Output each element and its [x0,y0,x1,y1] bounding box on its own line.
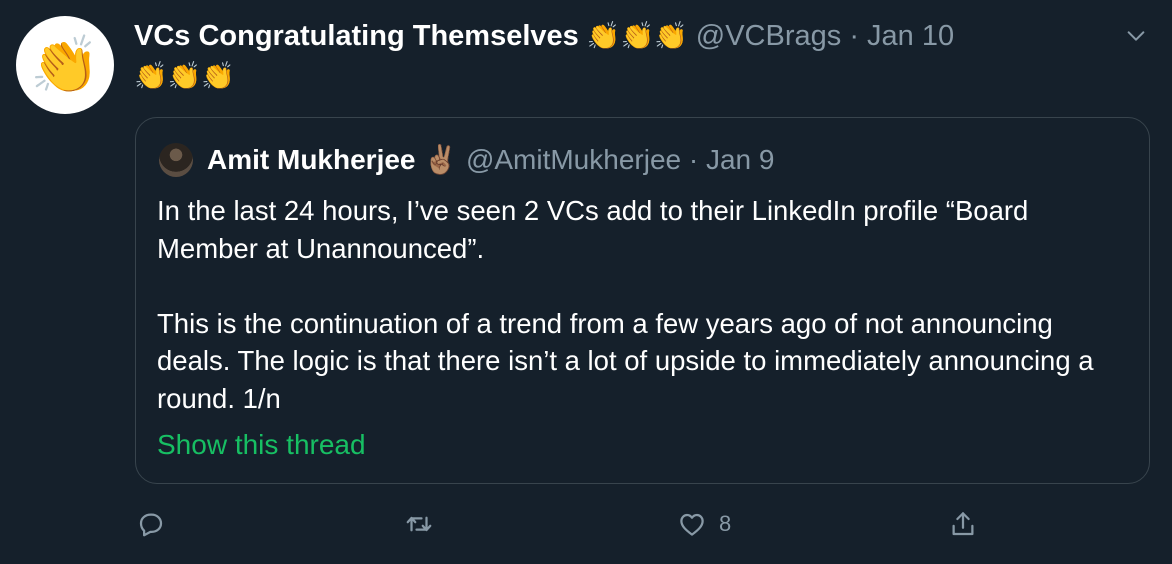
retweet-button[interactable] [404,506,434,542]
quoted-display-name: Amit Mukherjee [207,144,416,175]
quoted-paragraph: This is the continuation of a trend from… [157,307,1094,414]
like-button[interactable]: 8 [677,506,731,542]
share-button[interactable] [948,506,978,542]
retweet-icon [406,516,432,532]
quoted-tweet[interactable]: Amit Mukherjee ✌🏽 @AmitMukherjee · Jan 9… [135,117,1150,484]
name-emoji-line: 👏👏👏 [134,61,235,91]
quoted-handle: @AmitMukherjee [465,144,682,175]
handle[interactable]: @VCBrags [696,20,841,52]
reply-button[interactable] [136,506,166,542]
name-emoji: 👏👏👏 [586,21,688,51]
like-count: 8 [719,511,732,536]
display-name[interactable]: VCs Congratulating Themselves [134,20,579,52]
show-thread-link[interactable]: Show this thread [157,425,366,465]
reply-icon [139,513,163,537]
heart-icon [680,513,704,536]
share-icon [952,512,974,536]
quoted-text: In the last 24 hours, I’ve seen 2 VCs ad… [157,192,1117,417]
quoted-name-emoji: ✌🏽 [423,144,459,175]
chevron-down-icon [1127,31,1145,41]
action-bar: 8 [0,500,1172,548]
avatar[interactable]: 👏 [16,16,114,114]
more-options-button[interactable] [1122,22,1150,50]
quoted-avatar[interactable] [159,143,193,177]
tweet-header: VCs Congratulating Themselves 👏👏👏 @VCBra… [134,14,1094,58]
quoted-date: Jan 9 [705,144,775,175]
clapping-hands-icon: 👏 [30,33,100,96]
tweet[interactable]: 👏 VCs Congratulating Themselves 👏👏👏 @VCB… [0,0,1172,564]
quoted-paragraph: In the last 24 hours, I’ve seen 2 VCs ad… [157,195,1029,264]
separator: · [849,20,859,52]
quoted-header: Amit Mukherjee ✌🏽 @AmitMukherjee · Jan 9 [207,140,774,180]
tweet-date[interactable]: Jan 10 [867,20,954,52]
quoted-separator: · [688,144,699,175]
